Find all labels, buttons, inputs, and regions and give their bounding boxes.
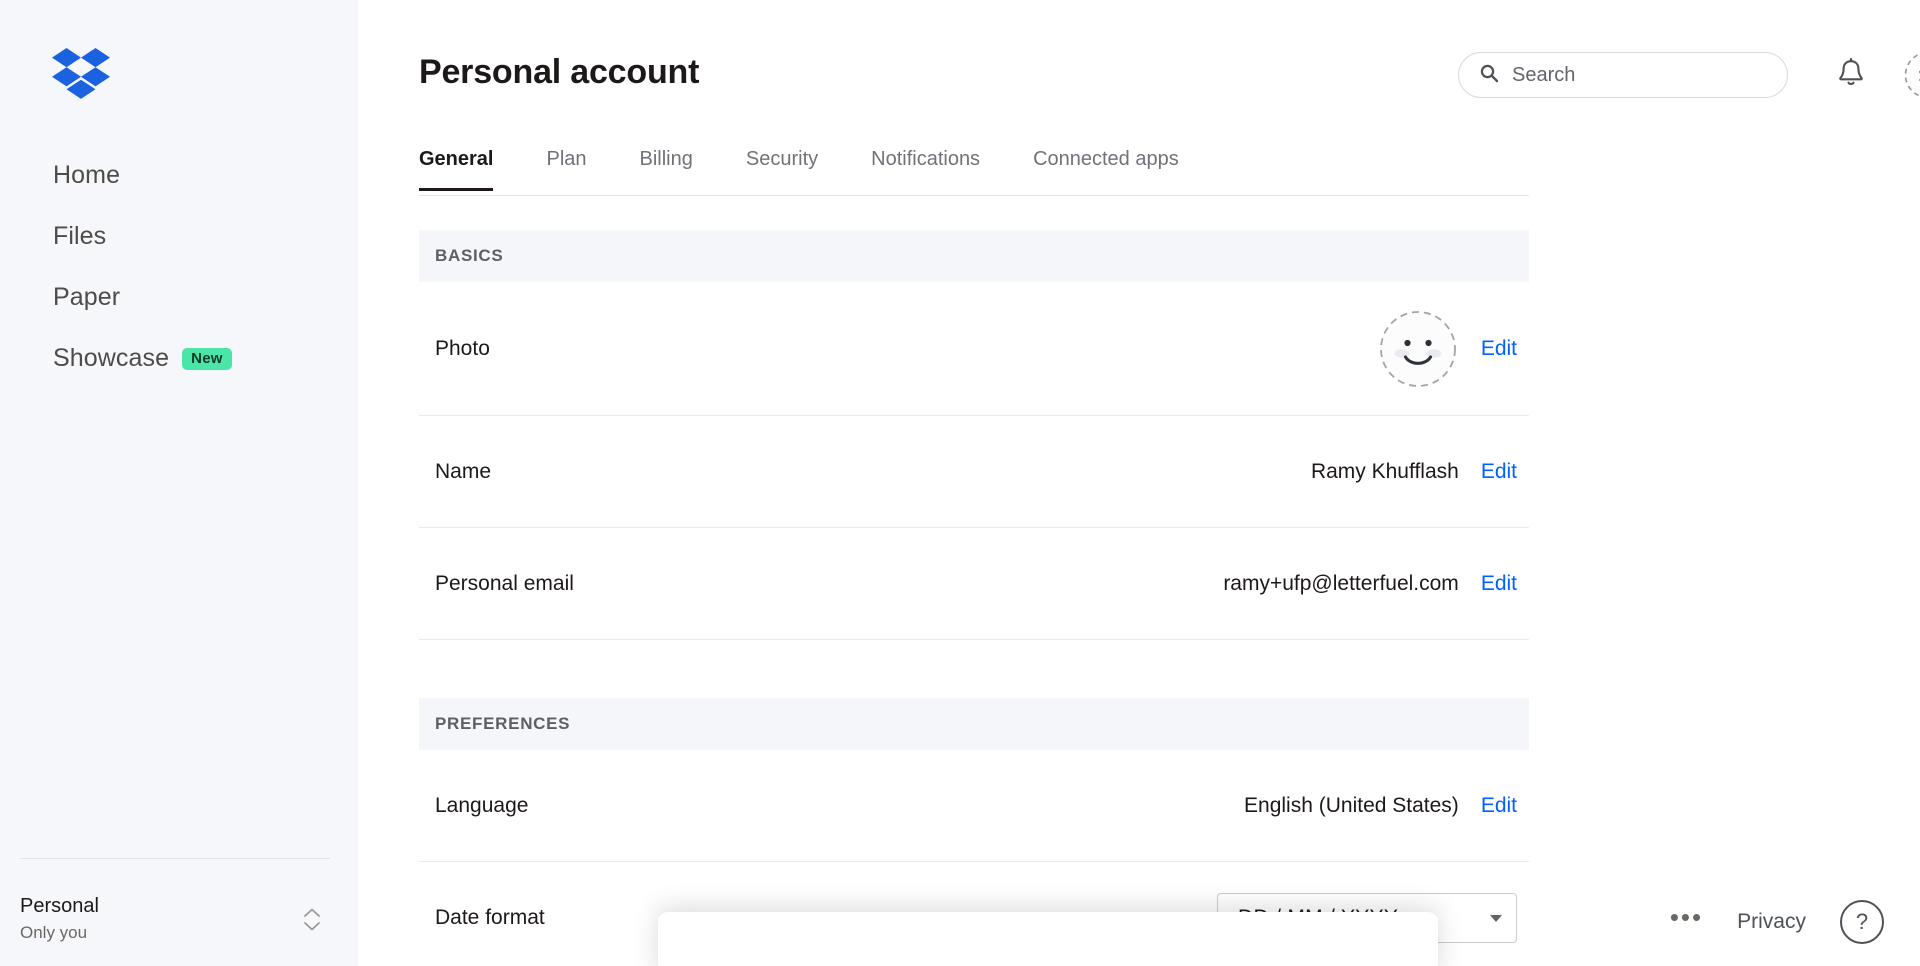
sidebar-item-label: Files [53, 222, 107, 250]
tab-billing[interactable]: Billing [640, 148, 693, 190]
smiley-avatar-icon [1903, 53, 1920, 104]
user-avatar-button[interactable] [1903, 50, 1920, 100]
settings-row-name: Name Ramy Khufflash Edit [419, 416, 1529, 528]
question-mark-icon: ? [1855, 909, 1869, 934]
row-value: Ramy Khufflash [1310, 459, 1459, 483]
row-right: Ramy Khufflash Edit [1311, 460, 1517, 484]
sidebar-nav: Home Files Paper Showcase New [0, 145, 358, 389]
tab-label: General [419, 148, 494, 170]
tab-label: Connected apps [1033, 148, 1179, 170]
account-name: Personal [20, 895, 99, 918]
tab-notifications[interactable]: Notifications [871, 148, 980, 190]
settings-row-photo: Photo Edit [419, 282, 1529, 416]
sidebar-item-showcase[interactable]: Showcase New [0, 328, 358, 389]
edit-photo-link[interactable]: Edit [1481, 337, 1517, 361]
sidebar-item-label: Paper [53, 283, 121, 311]
page-title: Personal account [419, 53, 700, 91]
search-box[interactable] [1458, 52, 1788, 98]
tab-plan[interactable]: Plan [546, 148, 586, 190]
row-label: Date format [435, 906, 545, 929]
chevron-down-icon [1490, 914, 1502, 922]
edit-language-link[interactable]: Edit [1481, 794, 1517, 818]
privacy-link[interactable]: Privacy [1737, 910, 1806, 934]
row-label: Language [435, 793, 529, 817]
tab-security[interactable]: Security [746, 148, 818, 190]
search-input[interactable] [1512, 63, 1762, 87]
tab-connected-apps[interactable]: Connected apps [1033, 148, 1179, 190]
settings-row-personal-email: Personal email ramy+ufp@letterfuel.com E… [419, 528, 1529, 640]
row-right: Edit [1377, 308, 1517, 390]
sidebar: Home Files Paper Showcase New Personal O… [0, 0, 358, 966]
tab-label: Security [745, 148, 819, 170]
tab-general[interactable]: General [419, 148, 494, 191]
notifications-button[interactable] [1830, 54, 1872, 96]
edit-name-link[interactable]: Edit [1481, 460, 1517, 484]
sidebar-divider [20, 858, 330, 859]
sidebar-item-home[interactable]: Home [0, 145, 358, 206]
tab-label: Billing [639, 148, 693, 170]
dropbox-logo[interactable] [52, 48, 110, 100]
edit-email-link[interactable]: Edit [1481, 572, 1517, 596]
row-value: ramy+ufp@letterfuel.com [1223, 571, 1459, 595]
profile-photo-icon [1377, 308, 1459, 390]
account-switcher-text: Personal Only you [20, 893, 99, 945]
row-right: English (United States) Edit [1244, 794, 1517, 818]
row-label: Photo [435, 336, 490, 360]
sidebar-item-paper[interactable]: Paper [0, 267, 358, 328]
settings-content: BASICS Photo Edit Name Ramy Khufflash Ed… [419, 230, 1529, 966]
dropbox-settings-page: Home Files Paper Showcase New Personal O… [0, 0, 1920, 966]
new-badge: New [182, 347, 232, 370]
settings-row-language: Language English (United States) Edit [419, 750, 1529, 862]
account-switcher[interactable]: Personal Only you [20, 884, 330, 954]
row-right: ramy+ufp@letterfuel.com Edit [1223, 572, 1517, 596]
chevron-updown-icon [304, 908, 320, 931]
topbar: Personal account [358, 0, 1920, 118]
bell-icon [1837, 57, 1865, 93]
settings-tabs: General Plan Billing Security Notificati… [419, 148, 1529, 196]
tab-label: Plan [546, 148, 587, 170]
tab-label: Notifications [871, 148, 981, 170]
search-icon [1479, 63, 1499, 88]
sidebar-item-label: Showcase [53, 344, 170, 372]
sidebar-item-label: Home [53, 161, 121, 189]
section-header-basics: BASICS [419, 230, 1529, 282]
help-button[interactable]: ? [1840, 900, 1884, 944]
account-subtitle: Only you [20, 923, 88, 943]
bottom-sheet-panel [658, 912, 1438, 966]
row-value: English (United States) [1244, 793, 1459, 817]
row-label: Name [435, 459, 492, 483]
footer-actions: ••• Privacy ? [1670, 900, 1884, 944]
main-content: Personal account Search General Plan Bil… [358, 0, 1920, 966]
sidebar-item-files[interactable]: Files [0, 206, 358, 267]
more-options-button[interactable]: ••• [1670, 904, 1703, 934]
row-label: Personal email [435, 571, 574, 595]
section-header-preferences: PREFERENCES [419, 698, 1529, 750]
